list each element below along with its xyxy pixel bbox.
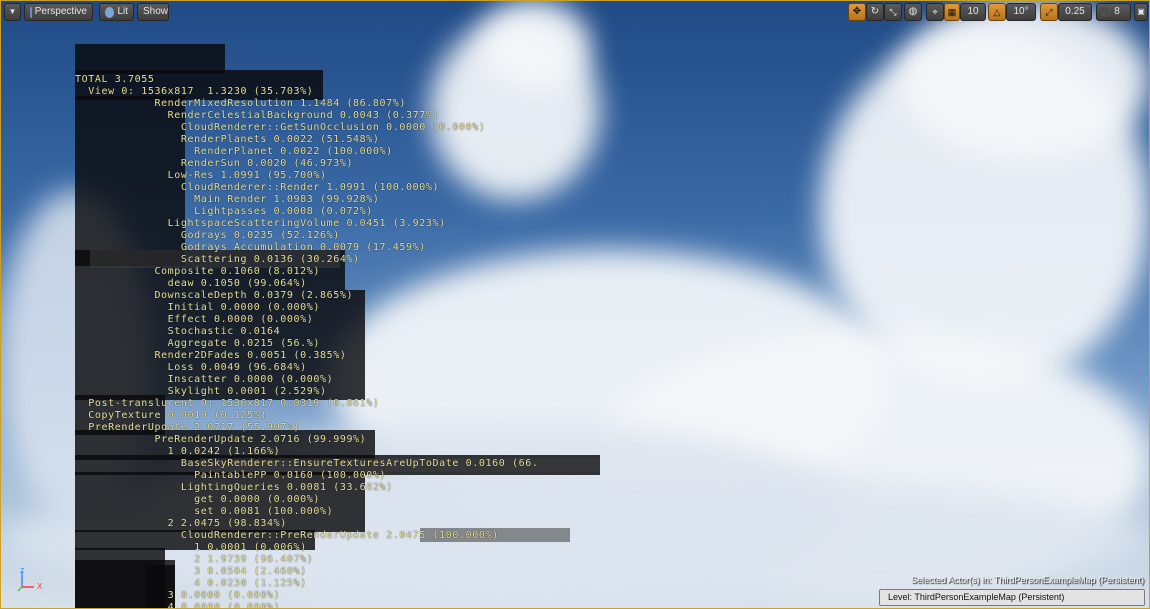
cloud — [0, 190, 150, 520]
rotation-snap-value[interactable]: 10° — [1006, 3, 1036, 21]
coordinate-system-button[interactable]: ◍ — [904, 3, 922, 21]
lit-sphere-icon — [105, 6, 115, 18]
grid-snap-value[interactable]: 10 — [960, 3, 986, 21]
level-viewport[interactable]: TOTAL 3.7055 View 0: 1536x817 1.3230 (35… — [0, 0, 1150, 609]
profiler-line: RenderSun 0.0020 (46.973%) — [75, 158, 354, 169]
camera-speed-label: 8 — [1114, 6, 1120, 17]
profiler-line: Main Render 1.0983 (99.928%) — [75, 194, 380, 205]
move-icon: ✥ — [852, 6, 862, 17]
perspective-label: Perspective — [34, 6, 87, 17]
surface-snapping-button[interactable]: ⌖ — [926, 3, 944, 21]
globe-icon: ◍ — [908, 6, 918, 17]
camera-speed-button[interactable]: 🎥 8 — [1096, 3, 1131, 21]
y-axis-line — [17, 586, 23, 592]
viewport-options-button[interactable]: ▼ — [4, 3, 21, 21]
perspective-icon — [30, 6, 32, 18]
grid-snap-toggle[interactable]: ▦ — [944, 3, 960, 21]
cloud — [480, 0, 590, 90]
profiler-line: RenderPlanet 0.0022 (100.000%) — [75, 146, 393, 157]
scale-icon: ⤡ — [889, 7, 897, 17]
scale-mode-button[interactable]: ⤡ — [884, 3, 902, 21]
current-level-indicator[interactable]: Level: ThirdPersonExampleMap (Persistent… — [879, 589, 1145, 606]
scale-arrow-icon: ⤢ — [1045, 7, 1053, 17]
profiler-line: LightspaceScatteringVolume 0.0451 (3.923… — [75, 218, 446, 229]
cloud — [900, 0, 1150, 160]
z-axis-label: Z — [20, 568, 25, 575]
translate-mode-button[interactable]: ✥ — [848, 3, 866, 21]
maximize-icon: ▣ — [1137, 7, 1145, 16]
surface-snap-icon: ⌖ — [932, 7, 938, 17]
show-button[interactable]: Show — [137, 3, 169, 21]
level-label: Level: ThirdPersonExampleMap (Persistent… — [888, 592, 1065, 602]
profiler-line: CloudRenderer::Render 1.0991 (100.000%) — [75, 182, 440, 193]
profiler-line: View 0: 1536x817 1.3230 (35.703%) — [75, 86, 314, 97]
x-axis-label: X — [37, 582, 43, 591]
scale-snap-value[interactable]: 0.25 — [1058, 3, 1092, 21]
lit-label: Lit — [117, 6, 128, 17]
grid-snap-value-label: 10 — [967, 6, 979, 17]
chevron-down-icon: ▼ — [8, 7, 17, 16]
rotate-mode-button[interactable]: ↻ — [866, 3, 884, 21]
perspective-button[interactable]: Perspective — [24, 3, 93, 21]
profiler-background-block — [75, 44, 225, 74]
profiler-line: RenderMixedResolution 1.1484 (86.807%) — [75, 98, 407, 109]
scale-snap-toggle[interactable]: ⤢ — [1040, 3, 1058, 21]
profiler-line: Low-Res 1.0991 (95.700%) — [75, 170, 327, 181]
profiler-background-block — [75, 70, 323, 100]
axis-gizmo: Z X — [17, 568, 43, 592]
profiler-line: TOTAL 3.7055 — [75, 74, 155, 85]
lit-button[interactable]: Lit — [99, 3, 134, 21]
rotate-icon: ↻ — [870, 6, 880, 17]
show-label: Show — [143, 6, 169, 17]
rotation-snap-toggle[interactable]: △ — [988, 3, 1006, 21]
profiler-line: RenderPlanets 0.0022 (51.548%) — [75, 134, 380, 145]
camera-icon: 🎥 — [1100, 7, 1112, 17]
profiler-line: Lightpasses 0.0008 (0.072%) — [75, 206, 373, 217]
rotation-snap-value-label: 10° — [1013, 6, 1029, 17]
profiler-line: CloudRenderer::GetSunOcclusion 0.0000 (0… — [75, 122, 486, 133]
maximize-viewport-button[interactable]: ▣ — [1134, 3, 1148, 21]
profiler-line: RenderCelestialBackground 0.0043 (0.377%… — [75, 110, 440, 121]
grid-icon: ▦ — [947, 7, 957, 17]
scale-snap-value-label: 0.25 — [1065, 6, 1085, 17]
profiler-line: 4 0.0000 (0.000%) — [75, 602, 281, 609]
selected-actors-text: Selected Actor(s) in: ThirdPersonExample… — [911, 575, 1144, 585]
angle-icon: △ — [993, 7, 1001, 17]
